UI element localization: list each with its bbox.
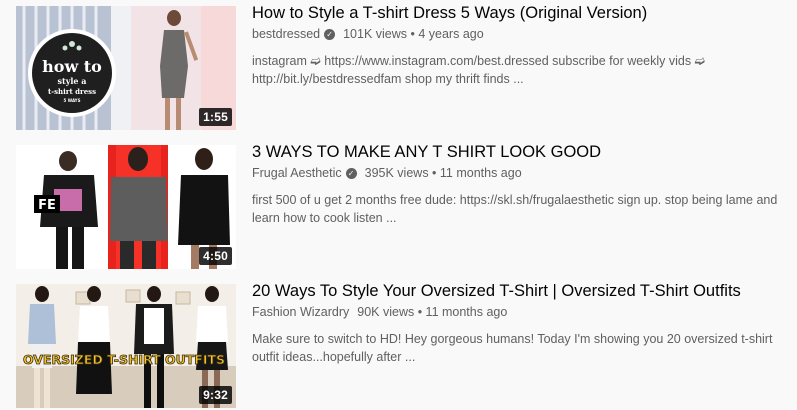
- video-title[interactable]: How to Style a T-shirt Dress 5 Ways (Ori…: [252, 2, 792, 24]
- video-title[interactable]: 20 Ways To Style Your Oversized T-Shirt …: [252, 280, 792, 302]
- logo-line1: how to: [42, 57, 102, 76]
- video-result: FE 4:50 3 WAYS TO MAKE ANY T SHIRT LOOK …: [16, 143, 797, 269]
- fe-logo: FE: [38, 198, 56, 213]
- verified-check-icon: ✓: [345, 167, 357, 179]
- views-age: 90K views • 11 months ago: [357, 305, 508, 319]
- video-title[interactable]: 3 WAYS TO MAKE ANY T SHIRT LOOK GOOD: [252, 141, 792, 163]
- video-byline: Fashion Wizardry 90K views • 11 months a…: [252, 303, 792, 321]
- video-description: first 500 of u get 2 months free dude: h…: [252, 193, 778, 225]
- duration-badge: 4:50: [199, 247, 232, 265]
- views-age: 395K views • 11 months ago: [364, 166, 522, 180]
- video-meta: 3 WAYS TO MAKE ANY T SHIRT LOOK GOOD Fru…: [252, 143, 792, 269]
- video-thumbnail[interactable]: OVERSIZED T-SHIRT OUTFITS 9:32: [16, 284, 236, 408]
- video-meta: How to Style a T-shirt Dress 5 Ways (Ori…: [252, 4, 792, 130]
- duration-badge: 1:55: [199, 108, 232, 126]
- video-result: how to style a t-shirt dress 5 WAYS 1:55…: [16, 4, 797, 130]
- video-description: Make sure to switch to HD! Hey gorgeous …: [252, 332, 773, 364]
- verified-check-icon: ✓: [324, 28, 336, 40]
- logo-line3: t-shirt dress: [48, 87, 96, 96]
- video-byline: Frugal Aesthetic ✓ 395K views • 11 month…: [252, 164, 792, 182]
- video-description: instagram ➫ https://www.instagram.com/be…: [252, 54, 706, 86]
- video-byline: bestdressed ✓ 101K views • 4 years ago: [252, 25, 792, 43]
- channel-name[interactable]: bestdressed: [252, 25, 320, 43]
- channel-name[interactable]: Fashion Wizardry: [252, 303, 349, 321]
- logo-line2: style a: [58, 76, 87, 86]
- channel-name[interactable]: Frugal Aesthetic: [252, 164, 342, 182]
- logo-line4: 5 WAYS: [64, 98, 81, 103]
- video-thumbnail[interactable]: how to style a t-shirt dress 5 WAYS 1:55: [16, 6, 236, 130]
- views-age: 101K views • 4 years ago: [343, 27, 484, 41]
- thumb-overlay-text: OVERSIZED T-SHIRT OUTFITS: [23, 352, 225, 367]
- video-meta: 20 Ways To Style Your Oversized T-Shirt …: [252, 282, 792, 408]
- duration-badge: 9:32: [199, 386, 232, 404]
- video-thumbnail[interactable]: FE 4:50: [16, 145, 236, 269]
- video-result: OVERSIZED T-SHIRT OUTFITS 9:32 20 Ways T…: [16, 282, 797, 408]
